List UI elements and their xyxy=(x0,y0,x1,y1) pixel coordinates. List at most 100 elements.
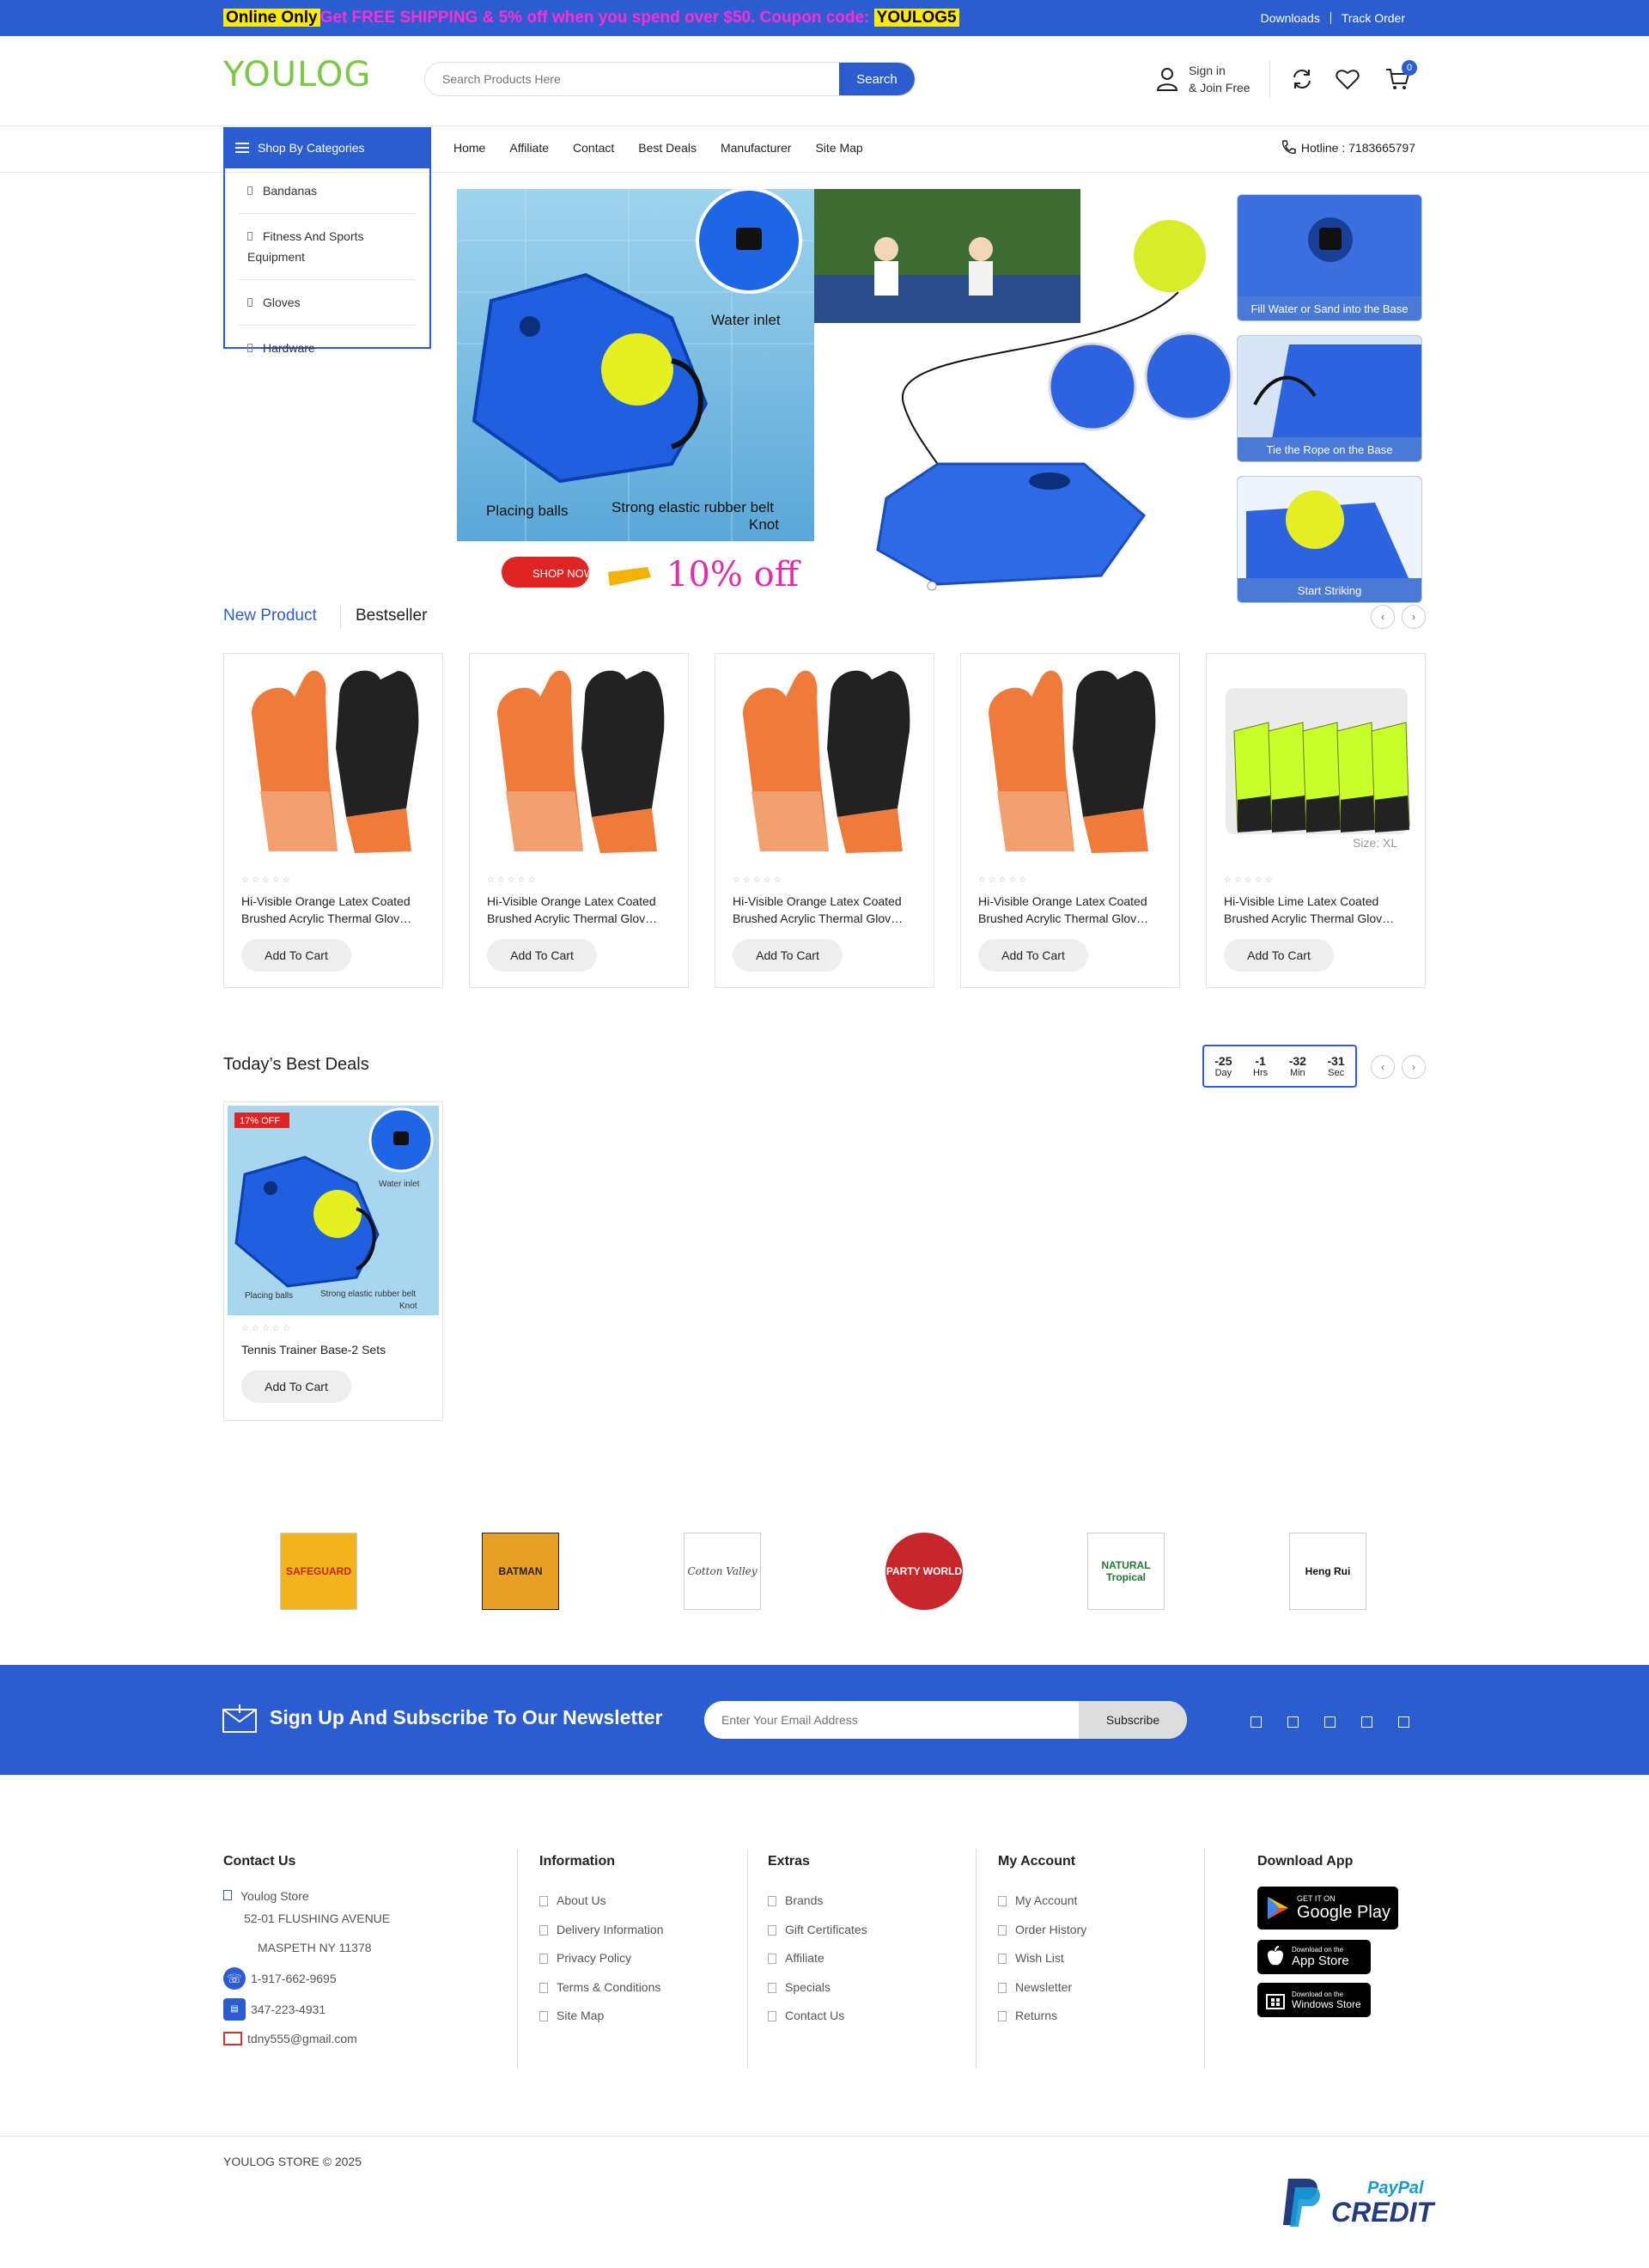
search-input[interactable] xyxy=(425,63,839,95)
brand-logo-safeguard[interactable]: SAFEGUARD xyxy=(280,1533,357,1610)
footer-information-title: Information xyxy=(539,1854,615,1869)
nav-affiliate[interactable]: Affiliate xyxy=(509,141,549,155)
cart-button[interactable]: 0 xyxy=(1384,60,1417,95)
nav-best-deals[interactable]: Best Deals xyxy=(638,141,697,155)
product-name[interactable]: Hi-Visible Lime Latex Coated Brushed Acr… xyxy=(1224,893,1415,927)
footer-link[interactable]: Contact Us xyxy=(768,2002,867,2031)
product-card[interactable]: Size: XL ☆☆☆☆☆ Hi-Visible Lime Latex Coate… xyxy=(1206,653,1426,988)
promo-online-only: Online Only xyxy=(223,9,320,27)
prev-arrow-button[interactable]: ‹ xyxy=(1371,605,1395,629)
product-name[interactable]: Hi-Visible Orange Latex Coated Brushed A… xyxy=(241,893,432,927)
email-address[interactable]: tdny555@gmail.com xyxy=(247,2029,357,2048)
brand-logo-cotton-valley[interactable]: Cotton Valley xyxy=(684,1533,761,1610)
search-button[interactable]: Search xyxy=(839,63,915,95)
phone-number[interactable]: 1-917-662-9695 xyxy=(251,1969,337,1988)
footer-link[interactable]: Order History xyxy=(998,1916,1086,1945)
product-name[interactable]: Hi-Visible Orange Latex Coated Brushed A… xyxy=(733,893,923,927)
footer-link[interactable]: Terms & Conditions xyxy=(539,1973,664,2003)
banner-thumb[interactable]: Start Striking xyxy=(1237,476,1422,603)
footer-link[interactable]: Privacy Policy xyxy=(539,1944,664,1973)
product-name[interactable]: Hi-Visible Orange Latex Coated Brushed A… xyxy=(978,893,1169,927)
footer-divider xyxy=(517,1849,518,2069)
brand-logo-batman[interactable]: BATMAN xyxy=(482,1533,559,1610)
brand-logo-natural[interactable]: NATURAL Tropical xyxy=(1087,1533,1165,1610)
signin-link[interactable]: Sign in & Join Free xyxy=(1156,62,1250,96)
shop-by-categories-button[interactable]: Shop By Categories xyxy=(223,127,431,168)
add-to-cart-button[interactable]: Add To Cart xyxy=(978,939,1088,972)
deals-prev-arrow-button[interactable]: ‹ xyxy=(1371,1055,1395,1079)
refresh-icon xyxy=(1293,70,1311,88)
product-card[interactable]: ☆☆☆☆☆ Hi-Visible Orange Latex Coated Brus… xyxy=(715,653,934,988)
footer-link[interactable]: Affiliate xyxy=(768,1944,867,1973)
footer-link[interactable]: Newsletter xyxy=(998,1973,1086,2003)
deal-product-name[interactable]: Tennis Trainer Base-2 Sets xyxy=(241,1341,432,1362)
facebook-icon[interactable] xyxy=(1250,1716,1262,1728)
deal-product-image: 17% OFF Water inlet Placing balls Strong… xyxy=(228,1106,439,1315)
category-item[interactable]: Fitness And Sports Equipment xyxy=(239,214,416,280)
footer-link-label: Affiliate xyxy=(785,1951,824,1965)
site-logo[interactable]: YOULOG xyxy=(223,55,371,94)
google-play-icon xyxy=(1268,1897,1288,1919)
app-store-button[interactable]: Download on the App Store xyxy=(1257,1940,1371,1974)
category-label: Fitness And Sports Equipment xyxy=(247,229,364,264)
add-to-cart-button[interactable]: Add To Cart xyxy=(241,1370,351,1403)
compare-button[interactable] xyxy=(1290,67,1314,95)
tab-new-product[interactable]: New Product xyxy=(223,607,317,625)
timer-hrs: -1 Hrs xyxy=(1253,1054,1268,1078)
next-arrow-button[interactable]: › xyxy=(1402,605,1426,629)
google-play-button[interactable]: GET IT ON Google Play xyxy=(1257,1887,1398,1930)
footer-link[interactable]: Wish List xyxy=(998,1944,1086,1973)
promo-coupon: YOULOG5 xyxy=(873,9,959,27)
subscribe-button[interactable]: Subscribe xyxy=(1079,1701,1187,1739)
nav-manufacturer[interactable]: Manufacturer xyxy=(721,141,791,155)
add-to-cart-button[interactable]: Add To Cart xyxy=(487,939,597,972)
footer-link[interactable]: Site Map xyxy=(539,2002,664,2031)
banner-label-belt: Strong elastic rubber belt xyxy=(612,499,774,515)
newsletter-email-input[interactable] xyxy=(704,1701,1079,1739)
footer-link[interactable]: Delivery Information xyxy=(539,1916,664,1945)
product-image xyxy=(252,670,419,853)
downloads-link[interactable]: Downloads xyxy=(1250,11,1330,25)
nav-site-map[interactable]: Site Map xyxy=(815,141,862,155)
tab-bestseller[interactable]: Bestseller xyxy=(356,607,427,625)
footer-link[interactable]: Brands xyxy=(768,1887,867,1916)
footer-link[interactable]: My Account xyxy=(998,1887,1086,1916)
google-play-text: GET IT ON Google Play xyxy=(1297,1894,1390,1923)
rating-stars: ☆☆☆☆☆ xyxy=(733,875,784,885)
product-name[interactable]: Hi-Visible Orange Latex Coated Brushed A… xyxy=(487,893,678,927)
banner-thumb[interactable]: Tie the Rope on the Base xyxy=(1237,335,1422,462)
cart-count-badge: 0 xyxy=(1402,60,1417,76)
pinterest-icon[interactable] xyxy=(1361,1716,1372,1728)
windows-store-button[interactable]: Download on the Windows Store xyxy=(1257,1983,1371,2017)
deal-product-card[interactable]: 17% OFF Water inlet Placing balls Strong… xyxy=(223,1101,443,1421)
brand-name: Cotton Valley xyxy=(687,1565,758,1577)
add-to-cart-button[interactable]: Add To Cart xyxy=(241,939,351,972)
nav-home[interactable]: Home xyxy=(453,141,485,155)
track-order-link[interactable]: Track Order xyxy=(1331,11,1415,25)
brand-logo-party-world[interactable]: PARTY WORLD xyxy=(885,1533,963,1610)
product-card[interactable]: ☆☆☆☆☆ Hi-Visible Orange Latex Coated Brus… xyxy=(960,653,1180,988)
add-to-cart-button[interactable]: Add To Cart xyxy=(733,939,843,972)
footer-link[interactable]: About Us xyxy=(539,1887,664,1916)
product-card[interactable]: ☆☆☆☆☆ Hi-Visible Orange Latex Coated Brus… xyxy=(223,653,443,988)
category-item[interactable]: Gloves xyxy=(239,280,416,326)
wishlist-button[interactable] xyxy=(1335,67,1360,95)
footer-link[interactable]: Gift Certificates xyxy=(768,1916,867,1945)
twitter-icon[interactable] xyxy=(1287,1716,1299,1728)
promo-banner: Online Only Get FREE SHIPPING & 5% off wh… xyxy=(223,7,959,29)
category-item[interactable]: Hardware xyxy=(239,326,416,370)
link-bullet-icon xyxy=(768,1982,776,1993)
category-item[interactable]: Bandanas xyxy=(239,168,416,214)
nav-contact[interactable]: Contact xyxy=(573,141,614,155)
brand-logo-heng-rui[interactable]: Heng Rui xyxy=(1289,1533,1366,1610)
banner-thumb[interactable]: Fill Water or Sand into the Base xyxy=(1237,194,1422,321)
deals-next-arrow-button[interactable]: › xyxy=(1402,1055,1426,1079)
add-to-cart-button[interactable]: Add To Cart xyxy=(1224,939,1334,972)
footer-link[interactable]: Returns xyxy=(998,2002,1086,2031)
category-bullet-icon xyxy=(247,232,253,241)
youtube-icon[interactable] xyxy=(1398,1716,1409,1728)
product-card[interactable]: ☆☆☆☆☆ Hi-Visible Orange Latex Coated Brus… xyxy=(469,653,689,988)
link-bullet-icon xyxy=(539,2011,548,2022)
footer-link[interactable]: Specials xyxy=(768,1973,867,2003)
instagram-icon[interactable] xyxy=(1324,1716,1336,1728)
